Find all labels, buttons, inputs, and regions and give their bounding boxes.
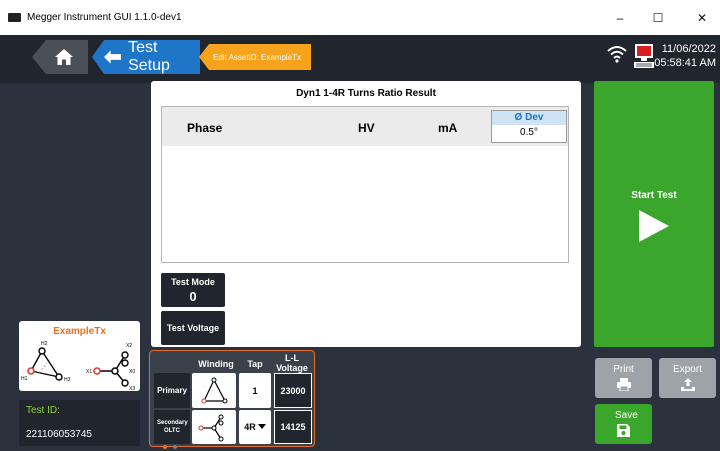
secondary-winding-cell[interactable] (192, 410, 236, 444)
test-voltage-button[interactable]: Test Voltage (161, 311, 225, 345)
time-text: 05:58:41 AM (654, 57, 716, 69)
home-icon (55, 49, 73, 65)
wye-winding-icon (198, 414, 224, 442)
terminal-label-x1: X1 (86, 369, 92, 375)
caret-down-icon (257, 424, 266, 429)
test-id-value: 221106053745 (26, 429, 92, 440)
floppy-disk-icon (617, 424, 630, 437)
primary-tap-cell[interactable]: 1 (239, 373, 271, 408)
terminal-label-h3: H3 (64, 377, 71, 383)
secondary-tap-value: 4R (244, 422, 256, 432)
arrow-left-icon (104, 50, 122, 64)
edit-asset-tab[interactable]: Edit AssetID: ExampleTx (199, 44, 311, 70)
export-icon (680, 378, 695, 391)
terminal-label-x0: X0 (129, 369, 135, 375)
datetime-display: 11/06/2022 05:58:41 AM (654, 42, 716, 70)
column-header-ma: mA (438, 121, 458, 135)
test-mode-value: 0 (189, 289, 197, 304)
printer-icon (616, 378, 631, 392)
terminal-label-h1: H1 (21, 376, 28, 382)
test-voltage-label: Test Voltage (166, 323, 220, 333)
tap-header: Tap (247, 359, 263, 369)
maximize-button[interactable]: ☐ (640, 0, 676, 35)
secondary-row-text: Secondary OLTC (157, 420, 188, 434)
deviation-value: 0.5° (520, 127, 538, 138)
voltage-header: L-L Voltage (276, 353, 308, 373)
print-label: Print (613, 364, 634, 375)
column-header-phase: Phase (187, 121, 223, 135)
primary-winding-cell[interactable] (192, 373, 236, 408)
close-button[interactable]: ✕ (684, 0, 720, 35)
winding-panel: Winding Tap L-L Voltage Primary 1 23000 … (149, 350, 315, 449)
terminal-label-x2: X2 (126, 343, 132, 349)
secondary-voltage-cell[interactable]: 14125 (274, 410, 312, 444)
asset-card[interactable]: ExampleTx H2 H1 H3 X2 X1 X0 X3 (19, 321, 140, 391)
play-icon (639, 210, 669, 242)
primary-row-label: Primary (154, 373, 190, 408)
start-test-button[interactable]: Start Test (594, 81, 714, 347)
column-header-hv: HV (358, 121, 375, 135)
test-mode-button[interactable]: Test Mode 0 (161, 273, 225, 307)
save-button[interactable]: Save (595, 404, 652, 444)
minimize-button[interactable]: – (602, 0, 638, 35)
test-setup-label: Test Setup (128, 39, 170, 74)
test-mode-label: Test Mode (171, 277, 215, 287)
terminal-label-h2: H2 (41, 341, 48, 347)
computer-clock-icon (634, 44, 654, 68)
app-icon (8, 13, 21, 22)
print-button[interactable]: Print (595, 358, 652, 398)
result-table-header: Phase HV mA Ø Dev 0.5° (162, 107, 568, 146)
wifi-icon (607, 46, 627, 63)
export-label: Export (673, 364, 702, 375)
app-header: Test Setup Edit AssetID: ExampleTx 11/06… (0, 35, 720, 83)
edit-asset-label: Edit AssetID: ExampleTx (213, 52, 302, 62)
result-table: Phase HV mA Ø Dev 0.5° (161, 106, 569, 263)
test-id-label: Test ID: (26, 405, 60, 416)
test-id-card: Test ID: 221106053745 (19, 400, 140, 446)
result-title: Dyn1 1-4R Turns Ratio Result (296, 88, 436, 99)
save-label: Save (615, 410, 638, 421)
window-title: Megger Instrument GUI 1.1.0-dev1 (27, 12, 182, 23)
result-panel: Dyn1 1-4R Turns Ratio Result Phase HV mA… (151, 81, 581, 347)
deviation-label: Ø Dev (492, 111, 566, 125)
oltc-indicator-dots (163, 436, 178, 451)
transformer-diagram: H2 H1 H3 X2 X1 X0 X3 (21, 341, 135, 391)
date-text: 11/06/2022 (661, 43, 716, 55)
winding-header: Winding (198, 359, 234, 369)
delta-winding-icon (201, 377, 228, 403)
test-setup-back-button[interactable]: Test Setup (92, 40, 200, 74)
start-test-label: Start Test (631, 190, 677, 201)
terminal-label-x3: X3 (129, 386, 135, 391)
home-button[interactable] (32, 40, 88, 74)
window-titlebar: Megger Instrument GUI 1.1.0-dev1 – ☐ ✕ (0, 0, 720, 35)
primary-voltage-cell[interactable]: 23000 (274, 373, 312, 408)
export-button[interactable]: Export (659, 358, 716, 398)
deviation-box: Ø Dev 0.5° (491, 110, 567, 143)
left-panel: ExampleTx H2 H1 H3 X2 X1 X0 X3 Test ID: … (0, 83, 148, 451)
secondary-tap-select[interactable]: 4R (239, 410, 271, 444)
